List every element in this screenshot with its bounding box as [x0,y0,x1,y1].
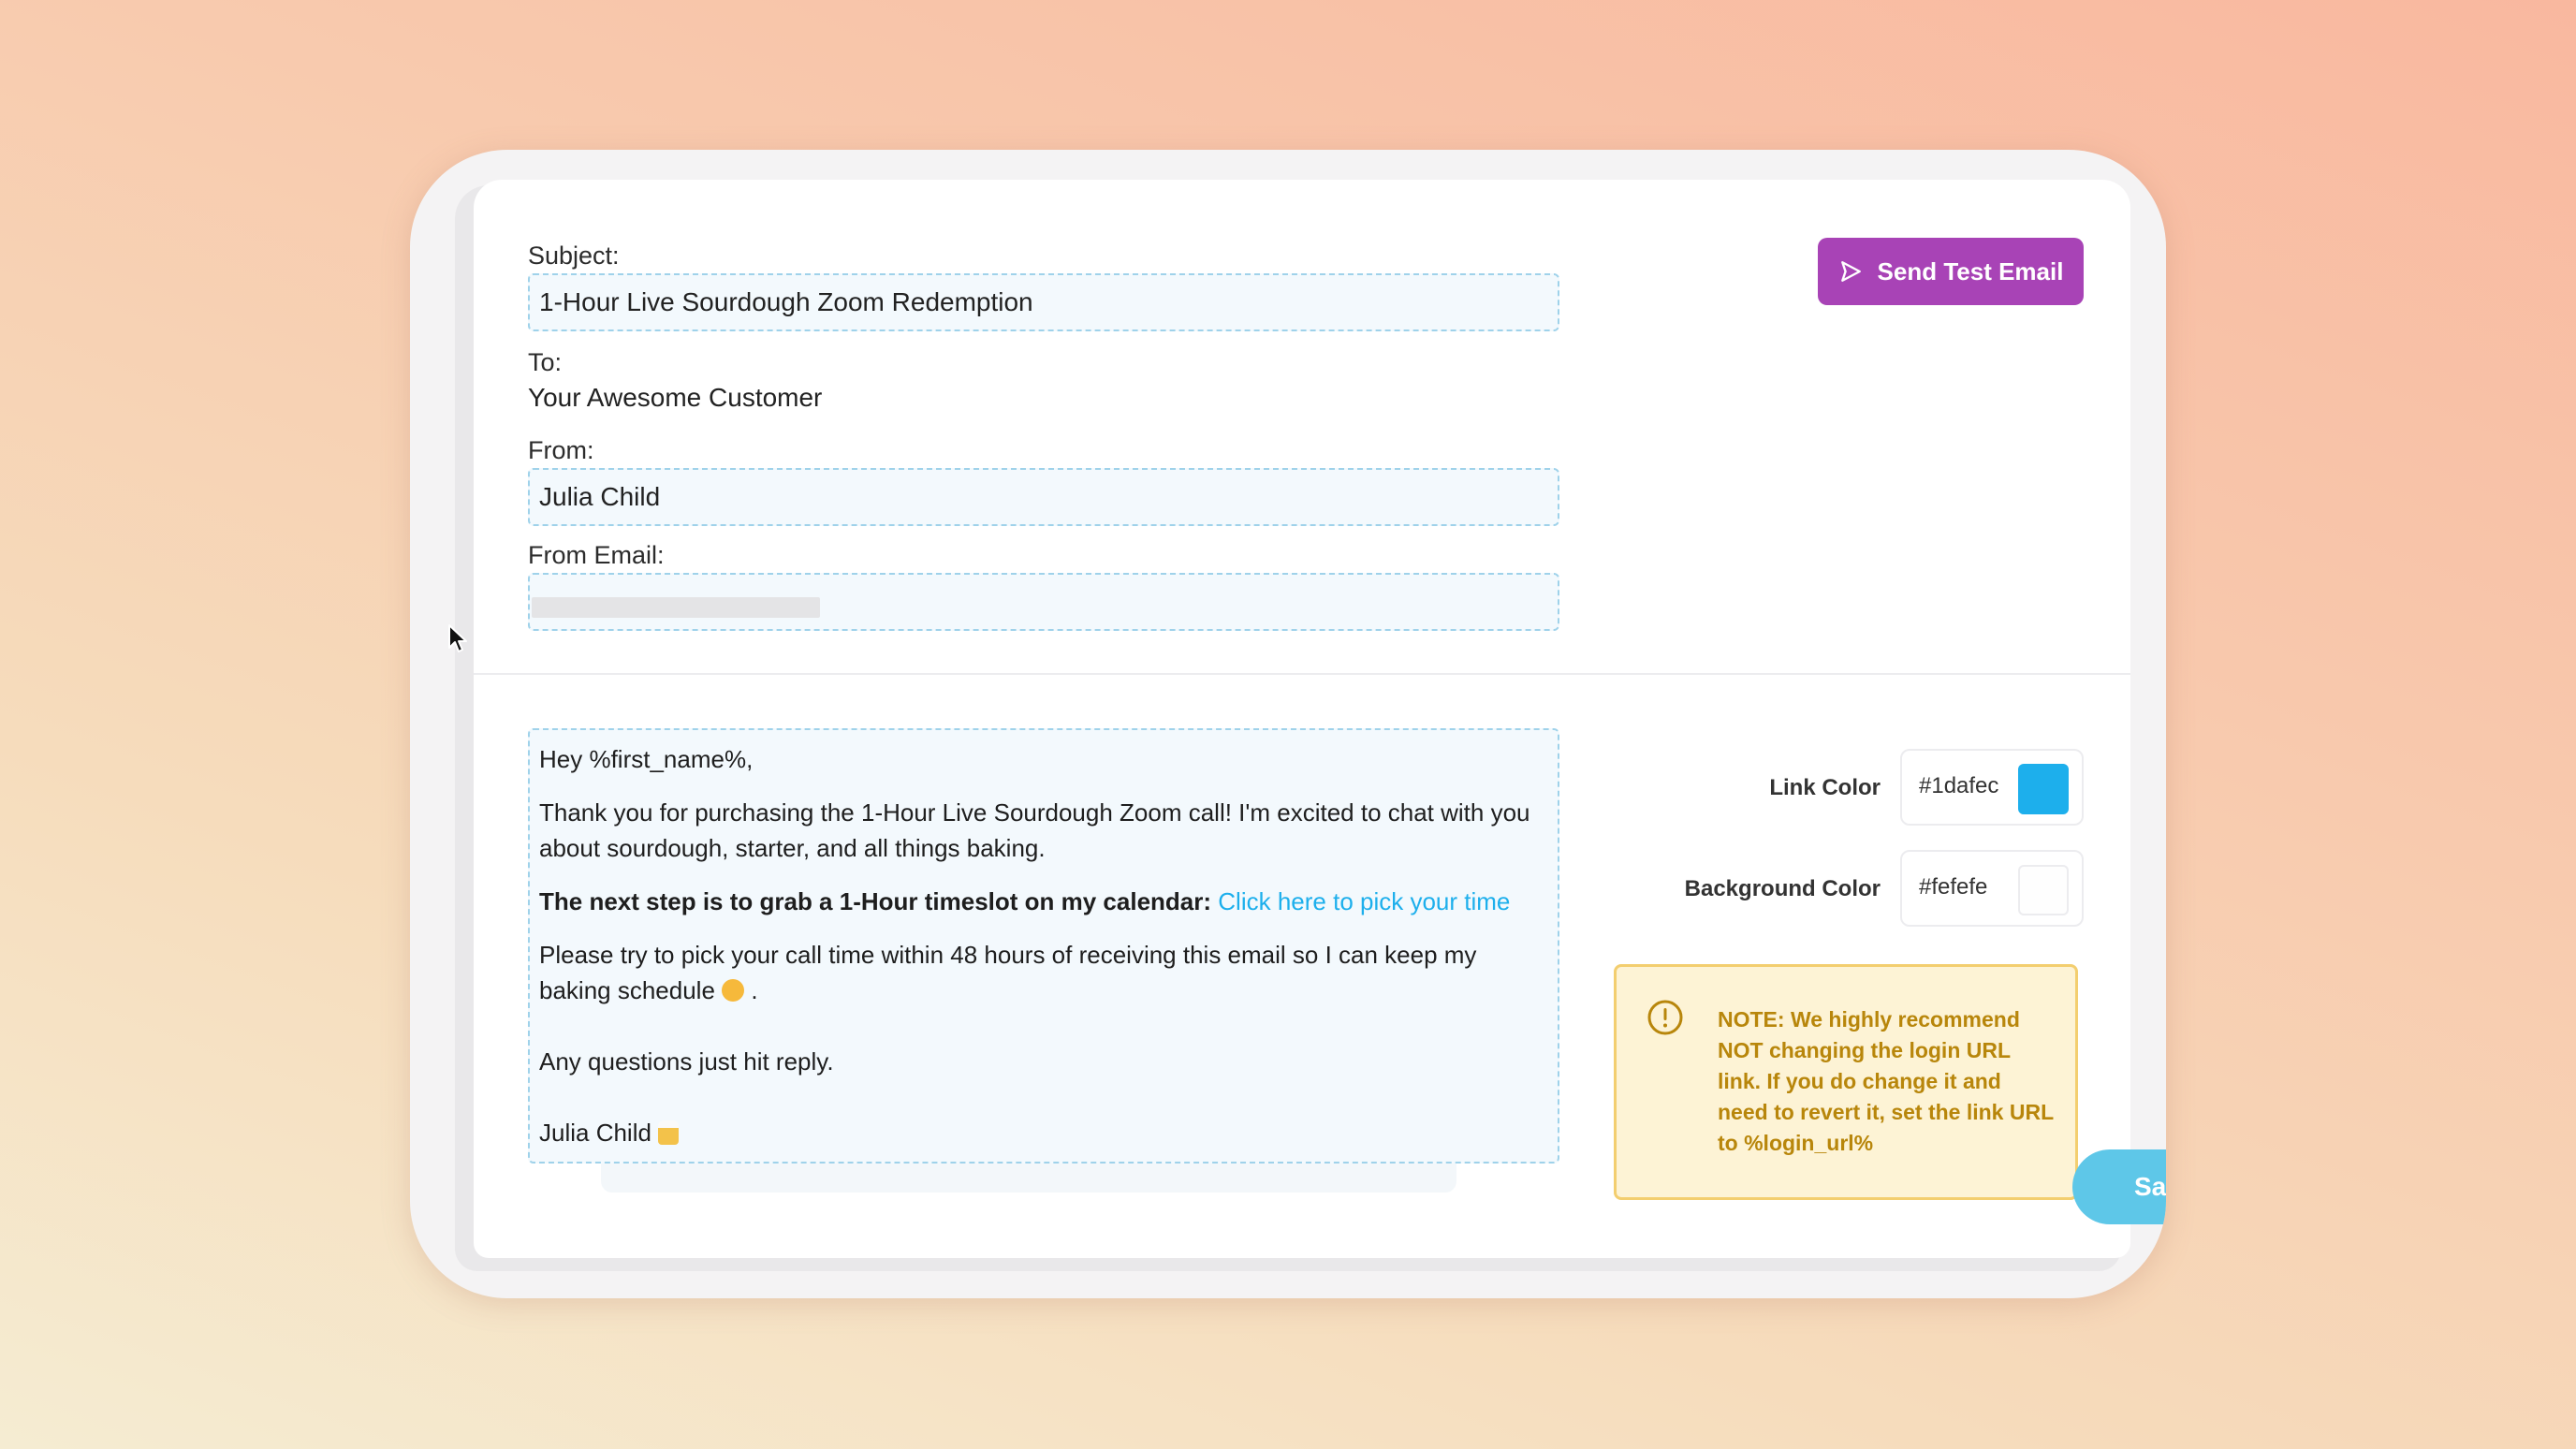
alert-circle-icon [1647,1000,1683,1035]
paragraph-3-end: . [751,976,758,1004]
mouse-cursor-icon [448,624,467,652]
from-email-input[interactable] [528,573,1559,631]
body-greeting: Hey %first_name%, [539,745,754,773]
hugging-face-emoji-icon [722,979,745,1002]
from-label: From: [528,436,594,464]
link-color-swatch[interactable] [2018,764,2069,814]
subject-label: Subject: [528,242,620,270]
chef-emoji-icon [658,1120,680,1145]
pick-time-link[interactable]: Click here to pick your time [1218,887,1510,915]
send-icon [1840,261,1861,282]
body-questions: Any questions just hit reply. [539,1047,834,1076]
paragraph-3-text: Please try to pick your call time within… [539,941,1477,1004]
from-name-input[interactable]: Julia Child [528,468,1559,526]
subject-input[interactable]: 1-Hour Live Sourdough Zoom Redemption [528,273,1559,331]
subject-input-value: 1-Hour Live Sourdough Zoom Redemption [539,287,1033,316]
background-color-picker[interactable]: #fefefe [1900,850,2084,927]
link-color-label: Link Color [1769,775,1881,800]
body-next-step: The next step is to grab a 1-Hour timesl… [539,884,1548,919]
body-paragraph-3: Please try to pick your call time within… [539,937,1548,1008]
email-editor-screen: Subject: 1-Hour Live Sourdough Zoom Rede… [474,180,2130,1258]
send-test-email-button[interactable]: Send Test Email [1818,238,2084,305]
save-button[interactable]: Sa [2072,1149,2166,1224]
email-body-editor[interactable]: Hey %first_name%, Thank you for purchasi… [528,728,1559,1164]
link-color-hex: #1dafec [1919,773,1999,798]
from-name-value: Julia Child [539,482,661,511]
note-text: NOTE: We highly recommend NOT changing t… [1718,1007,2054,1155]
background-color-label: Background Color [1684,876,1881,901]
send-test-email-label: Send Test Email [1877,256,2064,285]
redacted-email [532,597,820,618]
body-paragraph-1: Thank you for purchasing the 1-Hour Live… [539,798,1530,862]
login-url-warning-note: NOTE: We highly recommend NOT changing t… [1614,964,2078,1200]
to-label: To: [528,348,563,376]
signature-name: Julia Child [539,1119,651,1147]
next-step-text: The next step is to grab a 1-Hour timesl… [539,887,1212,915]
save-button-label: Sa [2134,1172,2166,1201]
to-value: Your Awesome Customer [528,383,823,412]
body-signature: Julia Child [539,1115,1548,1150]
section-divider [474,673,2130,675]
from-email-label: From Email: [528,541,665,569]
background-color-hex: #fefefe [1919,874,1988,900]
link-color-picker[interactable]: #1dafec [1900,749,2084,826]
background-color-swatch[interactable] [2018,865,2069,915]
device-frame: Subject: 1-Hour Live Sourdough Zoom Rede… [410,150,2166,1298]
